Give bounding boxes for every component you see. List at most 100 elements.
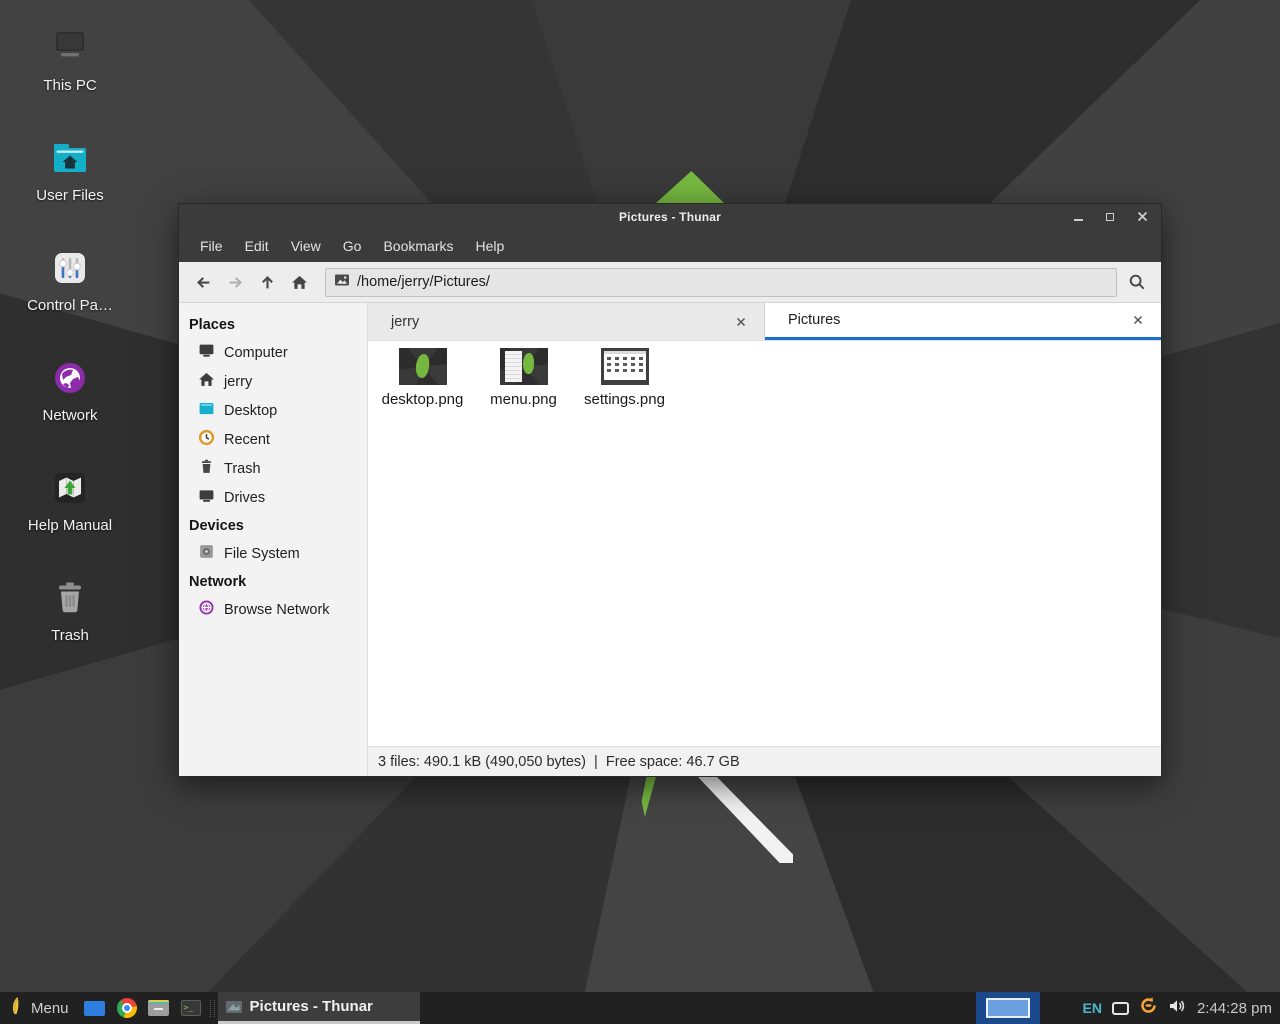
desktop-icon-label: User Files: [36, 187, 104, 204]
trash-icon: [198, 458, 215, 479]
system-tray: EN: [1082, 996, 1185, 1020]
file-item-desktop-png[interactable]: desktop.png: [372, 348, 473, 408]
maximize-icon[interactable]: [1099, 204, 1121, 229]
sidebar-item-label: Computer: [224, 345, 288, 361]
desktop-icon-column: This PC User Files: [14, 24, 126, 684]
tab-label: jerry: [391, 314, 732, 330]
file-list-view[interactable]: desktop.png menu.png settings.png: [368, 341, 1161, 746]
tab-bar: jerry Pictures: [368, 303, 1161, 341]
sidebar: Places Computer jerry Desktop: [179, 303, 368, 776]
image-file-icon: [334, 272, 350, 293]
up-icon[interactable]: [251, 266, 283, 298]
menu-bookmarks[interactable]: Bookmarks: [372, 232, 464, 260]
menu-file[interactable]: File: [189, 232, 234, 260]
sidebar-header-places: Places: [179, 311, 367, 338]
path-bar[interactable]: /home/jerry/Pictures/: [325, 268, 1117, 297]
menu-view[interactable]: View: [280, 232, 332, 260]
desktop-icon-label: Help Manual: [28, 517, 112, 534]
desktop-icon-label: Network: [42, 407, 97, 424]
menu-go[interactable]: Go: [332, 232, 373, 260]
task-button-label: Pictures - Thunar: [250, 998, 373, 1015]
help-manual-icon: [46, 464, 94, 512]
desktop-icon-label: Control Pa…: [27, 297, 113, 314]
sidebar-item-label: jerry: [224, 374, 252, 390]
control-panel-icon: [46, 244, 94, 292]
image-window-icon: [226, 1001, 242, 1013]
sidebar-item-drives[interactable]: Drives: [179, 483, 367, 512]
menu-edit[interactable]: Edit: [234, 232, 280, 260]
sidebar-item-label: Drives: [224, 490, 265, 506]
sidebar-header-network: Network: [179, 568, 367, 595]
chrome-icon[interactable]: [111, 992, 143, 1024]
menu-button[interactable]: Menu: [0, 992, 79, 1024]
screen-icon[interactable]: [1112, 1002, 1129, 1015]
tab-close-icon[interactable]: [1129, 311, 1147, 329]
window-titlebar[interactable]: Pictures - Thunar: [179, 204, 1161, 229]
update-icon[interactable]: [1139, 996, 1158, 1020]
linuxlite-feather-icon: [9, 996, 23, 1021]
sidebar-item-label: Desktop: [224, 403, 277, 419]
show-desktop-icon[interactable]: [79, 992, 111, 1024]
file-name: menu.png: [490, 391, 557, 408]
desktop-icon-user-files[interactable]: User Files: [14, 134, 126, 244]
sidebar-item-recent[interactable]: Recent: [179, 425, 367, 454]
sidebar-item-label: Recent: [224, 432, 270, 448]
this-pc-icon: [46, 24, 94, 72]
search-icon[interactable]: [1117, 266, 1157, 298]
sidebar-item-file-system[interactable]: File System: [179, 539, 367, 568]
workspace-1[interactable]: [986, 998, 1030, 1018]
desktop-icon-help-manual[interactable]: Help Manual: [14, 464, 126, 574]
settings-screenshot-thumbnail: [601, 348, 649, 385]
taskbar: Menu >_ Pictures - Thunar EN 2:44:28: [0, 992, 1280, 1024]
home-icon[interactable]: [283, 266, 315, 298]
file-item-settings-png[interactable]: settings.png: [574, 348, 675, 408]
task-button-pictures-thunar[interactable]: Pictures - Thunar: [218, 992, 420, 1024]
file-system-drive-icon: [198, 543, 215, 564]
desktop-icon-this-pc[interactable]: This PC: [14, 24, 126, 134]
network-globe-icon: [46, 354, 94, 402]
path-value[interactable]: /home/jerry/Pictures/: [357, 274, 490, 290]
close-icon[interactable]: [1131, 204, 1153, 229]
menu-help[interactable]: Help: [465, 232, 516, 260]
keyboard-layout-indicator[interactable]: EN: [1082, 1000, 1101, 1016]
desktop-icon-label: This PC: [43, 77, 96, 94]
desktop-icon-trash[interactable]: Trash: [14, 574, 126, 684]
sidebar-header-devices: Devices: [179, 512, 367, 539]
computer-icon: [198, 342, 215, 363]
taskbar-clock[interactable]: 2:44:28 pm: [1197, 1000, 1272, 1017]
window-title: Pictures - Thunar: [619, 210, 721, 224]
sidebar-item-label: Trash: [224, 461, 261, 477]
tab-label: Pictures: [788, 312, 1129, 328]
tab-pictures[interactable]: Pictures: [765, 303, 1161, 340]
sidebar-item-jerry[interactable]: jerry: [179, 367, 367, 396]
tab-close-icon[interactable]: [732, 313, 750, 331]
recent-clock-icon: [198, 429, 215, 450]
file-manager-icon[interactable]: [143, 992, 175, 1024]
home-icon: [198, 371, 215, 392]
sidebar-item-label: File System: [224, 546, 300, 562]
toolbar: /home/jerry/Pictures/: [179, 262, 1161, 303]
sidebar-item-browse-network[interactable]: Browse Network: [179, 595, 367, 624]
desktop-icon: [198, 400, 215, 421]
browse-network-globe-icon: [198, 599, 215, 620]
file-item-menu-png[interactable]: menu.png: [473, 348, 574, 408]
desktop-screenshot-thumbnail: [399, 348, 447, 385]
back-icon[interactable]: [187, 266, 219, 298]
desktop-icon-label: Trash: [51, 627, 89, 644]
sidebar-item-trash[interactable]: Trash: [179, 454, 367, 483]
sidebar-item-desktop[interactable]: Desktop: [179, 396, 367, 425]
trash-can-icon: [46, 574, 94, 622]
sidebar-item-computer[interactable]: Computer: [179, 338, 367, 367]
terminal-icon[interactable]: >_: [175, 992, 207, 1024]
desktop-icon-control-panel[interactable]: Control Pa…: [14, 244, 126, 354]
minimize-icon[interactable]: [1067, 204, 1089, 229]
desktop-icon-network[interactable]: Network: [14, 354, 126, 464]
tasklist-grip[interactable]: [210, 1000, 215, 1017]
volume-icon[interactable]: [1168, 998, 1186, 1019]
file-name: desktop.png: [382, 391, 464, 408]
forward-icon[interactable]: [219, 266, 251, 298]
workspace-switcher[interactable]: [976, 992, 1040, 1024]
status-bar: 3 files: 490.1 kB (490,050 bytes) | Free…: [368, 746, 1161, 776]
sidebar-item-label: Browse Network: [224, 602, 330, 618]
tab-jerry[interactable]: jerry: [368, 303, 765, 340]
